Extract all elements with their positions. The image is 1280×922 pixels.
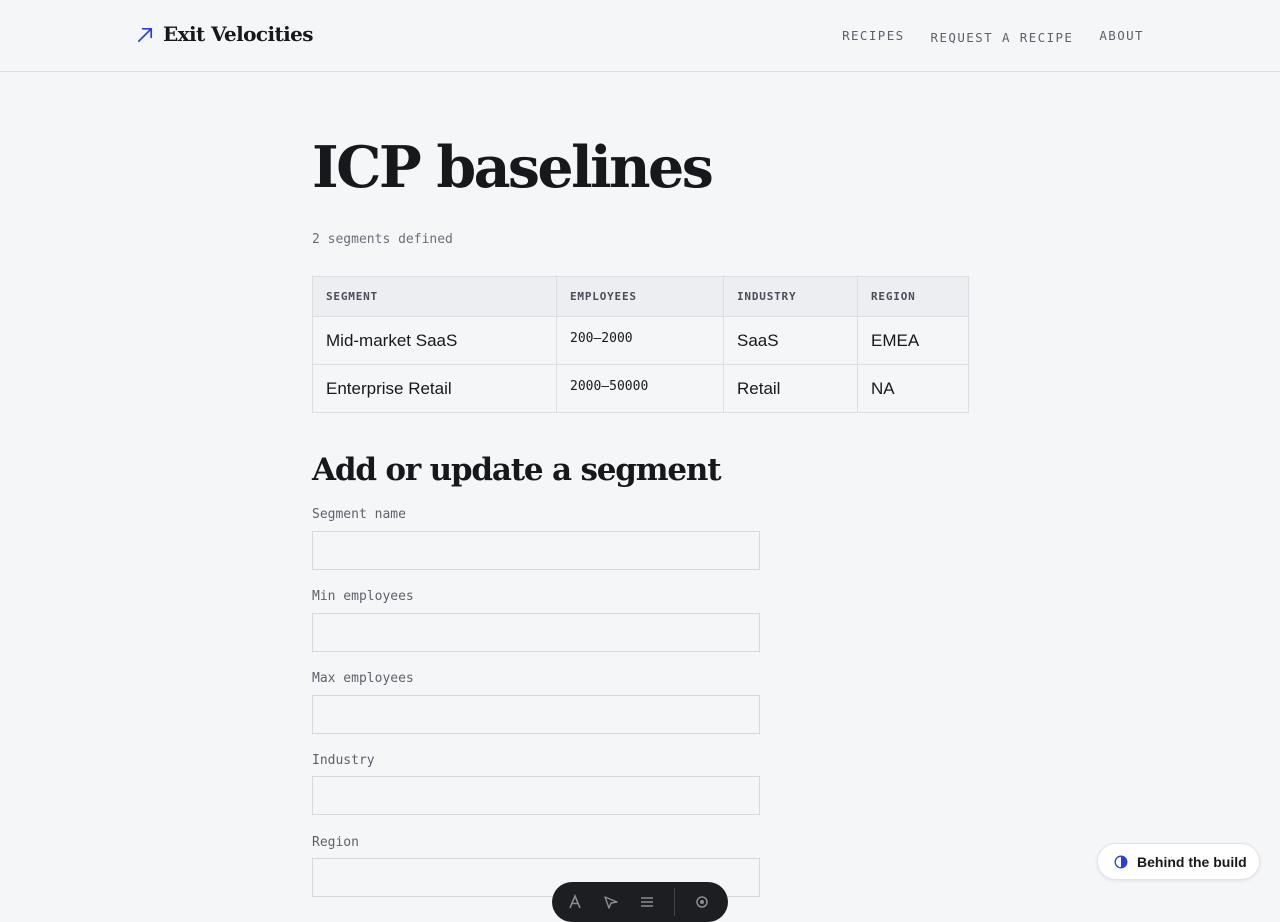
cell-employees: 2000–50000 <box>556 364 724 413</box>
cell-employees: 200–2000 <box>556 316 724 365</box>
column-header-industry: INDUSTRY <box>723 276 858 317</box>
cell-segment: Enterprise Retail <box>312 364 557 413</box>
behind-the-build-label: Behind the build <box>1137 853 1247 870</box>
behind-the-build-button[interactable]: Behind the build <box>1097 843 1260 880</box>
region-label: Region <box>312 835 359 850</box>
column-header-segment: SEGMENT <box>312 276 557 317</box>
cell-industry: Retail <box>723 364 858 413</box>
segment-name-input[interactable] <box>312 531 760 570</box>
arrow-up-right-icon <box>137 27 153 42</box>
column-header-employees: EMPLOYEES <box>556 276 724 317</box>
cell-region: EMEA <box>857 316 969 365</box>
nav-request-recipe[interactable]: REQUEST A RECIPE <box>931 30 1074 45</box>
font-icon <box>569 894 581 909</box>
gear-icon <box>696 896 708 908</box>
table-header-row: SEGMENT EMPLOYEES INDUSTRY REGION <box>312 276 969 317</box>
min-employees-label: Min employees <box>312 589 414 604</box>
nav-recipes[interactable]: RECIPES <box>842 28 904 43</box>
cursor-icon <box>604 896 618 909</box>
column-header-region: REGION <box>857 276 969 317</box>
industry-label: Industry <box>312 753 375 768</box>
settings-button[interactable] <box>693 893 711 911</box>
toolbar-divider <box>674 888 675 916</box>
list-button[interactable] <box>638 893 656 911</box>
segments-count: 2 segments defined <box>312 232 453 247</box>
brand-link[interactable]: Exit Velocities <box>136 22 314 46</box>
half-circle-icon <box>1114 855 1128 868</box>
segment-name-label: Segment name <box>312 507 406 522</box>
cursor-button[interactable] <box>602 893 620 911</box>
cell-region: NA <box>857 364 969 413</box>
nav-about[interactable]: ABOUT <box>1099 28 1144 43</box>
main-nav: RECIPES REQUEST A RECIPE ABOUT <box>842 28 1144 45</box>
form-title: Add or update a segment <box>312 452 722 488</box>
segments-table: SEGMENT EMPLOYEES INDUSTRY REGION Mid-ma… <box>312 276 969 413</box>
cell-industry: SaaS <box>723 316 858 365</box>
list-icon <box>641 897 653 907</box>
table-row: Enterprise Retail 2000–50000 Retail NA <box>312 364 969 413</box>
font-button[interactable] <box>566 893 584 911</box>
max-employees-input[interactable] <box>312 695 760 734</box>
brand-name: Exit Velocities <box>163 22 314 46</box>
cell-segment: Mid-market SaaS <box>312 316 557 365</box>
min-employees-input[interactable] <box>312 613 760 652</box>
floating-toolbar <box>552 882 728 922</box>
max-employees-label: Max employees <box>312 671 414 686</box>
industry-input[interactable] <box>312 776 760 815</box>
page-title: ICP baselines <box>312 134 714 201</box>
site-header: Exit Velocities RECIPES REQUEST A RECIPE… <box>0 0 1280 72</box>
table-row: Mid-market SaaS 200–2000 SaaS EMEA <box>312 316 969 365</box>
